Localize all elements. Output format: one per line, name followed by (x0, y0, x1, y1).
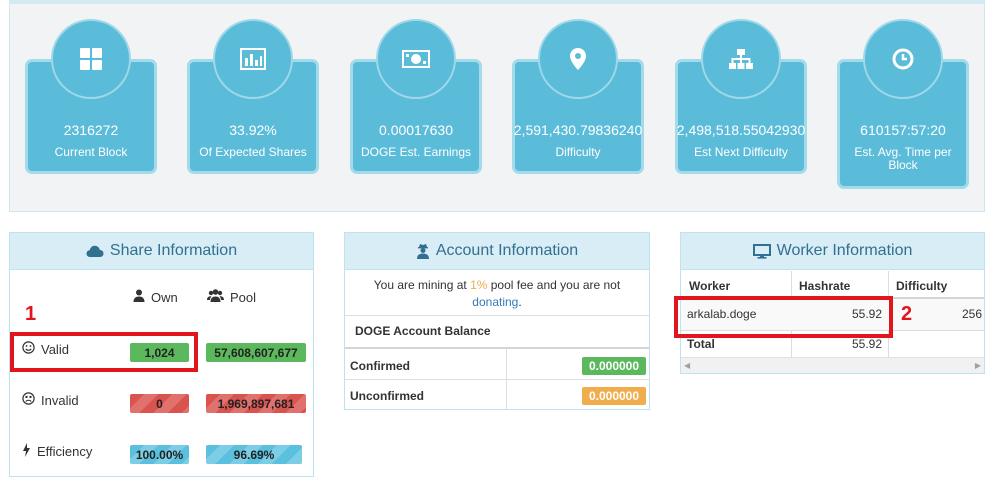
stat-value: 2316272 (63, 122, 119, 138)
notice-pre: You are mining at (373, 278, 471, 292)
difficulty-header[interactable]: Difficulty (890, 279, 953, 293)
account-info-heading: Account Information (345, 233, 649, 270)
invalid-own-badge: 0 (130, 394, 189, 413)
annotation-number-2: 2 (901, 303, 913, 325)
annotation-box-2 (674, 296, 893, 338)
stats-panel: 2316272 Current Block 33.92% Of Expected S… (9, 0, 985, 212)
account-info-title: Account Information (435, 242, 579, 259)
scroll-left-icon[interactable]: ◀ (684, 361, 690, 370)
efficiency-row-label: Efficiency (22, 443, 92, 460)
money-icon (376, 19, 456, 99)
stat-value: 610157:57:20 (860, 122, 946, 138)
share-info-title: Share Information (109, 242, 238, 259)
map-marker-icon (538, 19, 618, 99)
user-secret-icon (416, 243, 430, 259)
stat-label: DOGE Est. Earnings (360, 145, 472, 159)
worker-info-title: Worker Information (776, 242, 913, 259)
stat-label: Est Next Difficulty (694, 145, 788, 159)
invalid-row-label: Invalid (22, 392, 79, 408)
annotation-number-1: 1 (25, 303, 37, 325)
stat-value: 0.00017630 (379, 122, 453, 138)
balance-title: DOGE Account Balance (355, 324, 491, 338)
donating-link[interactable]: donating (472, 295, 518, 309)
notice-post: pool fee and you are not (487, 278, 621, 292)
efficiency-pool-badge: 96.69% (206, 445, 302, 464)
invalid-pool-badge: 1,969,897,681 (206, 394, 306, 413)
stat-label: Est. Avg. Time per Block (854, 145, 952, 172)
worker-header[interactable]: Worker (683, 279, 736, 293)
stat-value: 2,591,430.79836240 (513, 122, 643, 138)
blocks-icon (51, 19, 131, 99)
frown-icon (22, 392, 35, 408)
unconfirmed-balance: 0.000000 (582, 387, 646, 405)
valid-pool-badge: 57,608,607,677 (206, 343, 306, 362)
stat-value: 33.92% (229, 122, 277, 138)
hashrate-header[interactable]: Hashrate (793, 279, 856, 293)
desktop-icon (752, 243, 771, 259)
stat-label: Difficulty (555, 145, 601, 159)
stat-label: Of Expected Shares (199, 145, 307, 159)
user-icon (133, 289, 145, 305)
confirmed-balance: 0.000000 (582, 357, 646, 375)
total-hashrate: 55.92 (851, 337, 882, 351)
total-label: Total (687, 337, 715, 351)
users-icon (207, 289, 224, 305)
invalid-label: Invalid (41, 392, 79, 408)
fee-notice: You are mining at 1% pool fee and you ar… (345, 277, 649, 311)
efficiency-own-badge: 100.00% (130, 445, 189, 464)
horizontal-scrollbar[interactable]: ◀ ▶ (681, 357, 984, 373)
clock-icon (863, 19, 943, 99)
pool-label: Pool (230, 289, 257, 305)
share-info-heading: Share Information (10, 233, 313, 270)
account-info-panel: Account Information You are mining at 1%… (344, 232, 650, 410)
annotation-box-1 (10, 332, 198, 372)
own-header: Own (133, 289, 178, 305)
worker-info-heading: Worker Information (681, 233, 984, 270)
sitemap-icon (701, 19, 781, 99)
notice-end: . (518, 295, 522, 309)
bar-chart-icon (213, 19, 293, 99)
pool-header: Pool (207, 289, 256, 305)
cloud-icon (86, 245, 104, 258)
unconfirmed-label: Unconfirmed (350, 389, 425, 403)
bolt-icon (22, 443, 31, 460)
stat-value: 2,498,518.55042930 (676, 122, 806, 138)
efficiency-label: Efficiency (37, 444, 93, 459)
fee-value: 1% (470, 278, 488, 292)
confirmed-label: Confirmed (350, 359, 410, 373)
scroll-right-icon[interactable]: ▶ (975, 361, 981, 370)
own-label: Own (151, 289, 178, 305)
stat-label: Current Block (54, 145, 128, 159)
